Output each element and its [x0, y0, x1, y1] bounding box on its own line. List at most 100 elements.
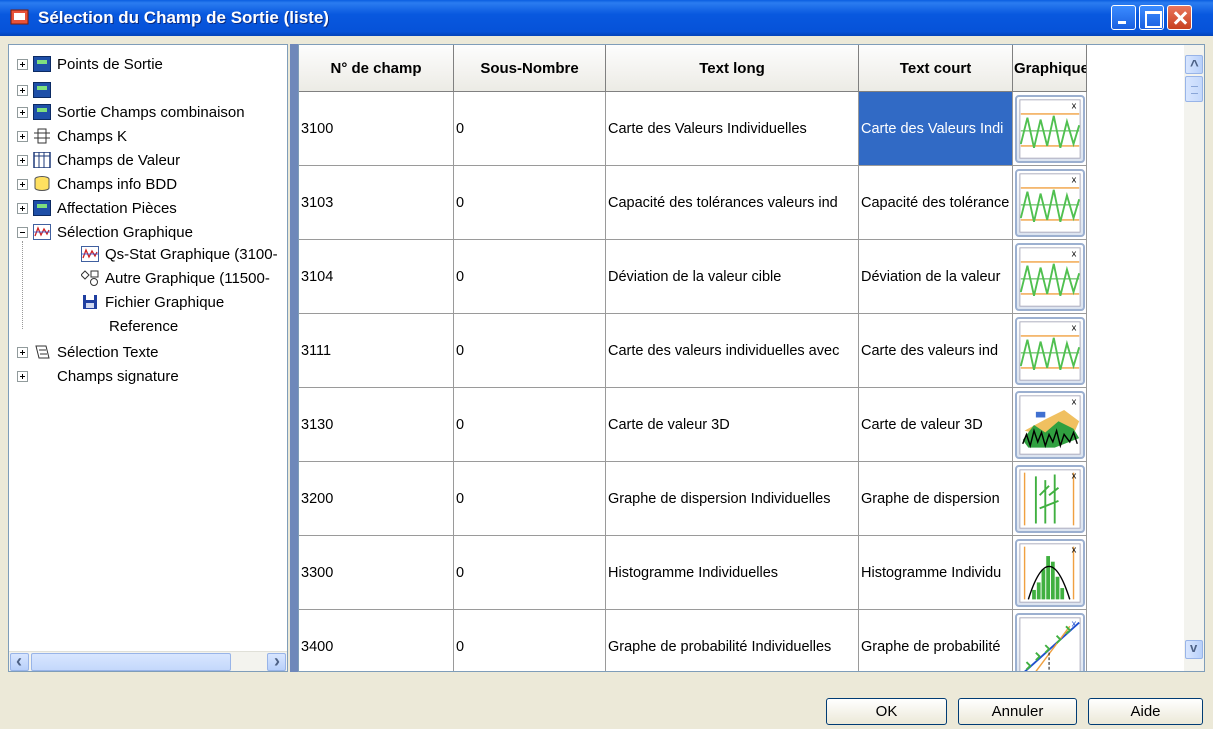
short-text-cell[interactable]: Graphe de probabilité — [859, 610, 1013, 671]
table-row[interactable]: 3130 0 Carte de valeur 3D Carte de valeur 3… — [299, 388, 1087, 462]
short-text-cell[interactable]: Capacité des tolérance — [859, 166, 1013, 240]
scroll-left-button[interactable] — [10, 651, 29, 671]
field-number-cell[interactable]: 3130 — [299, 388, 454, 462]
long-text-cell[interactable]: Capacité des tolérances valeurs ind — [606, 166, 859, 240]
short-text-cell[interactable]: Carte des Valeurs Indi — [859, 92, 1013, 166]
tree-item-points-de-sortie[interactable]: Points de Sortie — [17, 53, 163, 75]
table-row[interactable]: 3104 0 Déviation de la valeur cible Déviati… — [299, 240, 1087, 314]
long-text-cell[interactable]: Carte de valeur 3D — [606, 388, 859, 462]
tree-item-reference[interactable]: Reference — [109, 315, 178, 337]
table-row[interactable]: 3103 0 Capacité des tolérances valeurs ind… — [299, 166, 1087, 240]
graphic-cell[interactable]: x — [1013, 166, 1087, 240]
tree-item-champs-signature[interactable]: Champs signature — [17, 365, 179, 387]
grid-vertical-scrollbar[interactable] — [1184, 45, 1204, 671]
sub-number-cell[interactable]: 0 — [454, 92, 606, 166]
graphic-cell[interactable]: x — [1013, 388, 1087, 462]
expand-icon[interactable] — [17, 346, 28, 358]
field-number-cell[interactable]: 3104 — [299, 240, 454, 314]
field-number-cell[interactable]: 3300 — [299, 536, 454, 610]
tree-horizontal-scrollbar[interactable] — [9, 651, 287, 671]
sub-number-cell[interactable]: 0 — [454, 314, 606, 388]
tree-item-champs-k[interactable]: Champs K — [17, 125, 127, 147]
graphic-cell[interactable]: x — [1013, 462, 1087, 536]
sub-number-cell[interactable]: 0 — [454, 240, 606, 314]
long-text-cell[interactable]: Graphe de dispersion Individuelles — [606, 462, 859, 536]
table-row[interactable]: 3100 0 Carte des Valeurs Individuelles Cart… — [299, 92, 1087, 166]
scroll-thumb[interactable] — [31, 653, 231, 671]
expand-icon[interactable] — [17, 84, 28, 96]
long-text-cell[interactable]: Déviation de la valeur cible — [606, 240, 859, 314]
graphic-cell[interactable]: x — [1013, 536, 1087, 610]
sub-number-cell[interactable]: 0 — [454, 166, 606, 240]
svg-text:x: x — [1071, 617, 1076, 628]
tree-item-sortie-champs-combinaison[interactable]: Sortie Champs combinaison — [17, 101, 245, 123]
cancel-button[interactable]: Annuler — [958, 698, 1077, 725]
sub-number-cell[interactable]: 0 — [454, 536, 606, 610]
graphic-cell[interactable]: x — [1013, 92, 1087, 166]
long-text-cell[interactable]: Carte des valeurs individuelles avec — [606, 314, 859, 388]
tree-item-selection-texte[interactable]: Sélection Texte — [17, 341, 158, 363]
scroll-thumb[interactable] — [1185, 76, 1203, 102]
svg-text:x: x — [1071, 247, 1076, 258]
scroll-up-button[interactable] — [1185, 55, 1203, 74]
chart-icon — [81, 246, 99, 262]
expand-icon[interactable] — [17, 370, 28, 382]
tree-item-affectation-pieces[interactable]: Affectation Pièces — [17, 197, 177, 219]
panel-splitter[interactable] — [290, 44, 298, 672]
graphic-cell[interactable]: x — [1013, 314, 1087, 388]
field-number-cell[interactable]: 3111 — [299, 314, 454, 388]
ok-button[interactable]: OK — [826, 698, 947, 725]
short-text-cell[interactable]: Déviation de la valeur — [859, 240, 1013, 314]
table-row[interactable]: 3400 0 Graphe de probabilité Individuelles… — [299, 610, 1087, 671]
expand-icon[interactable] — [17, 154, 28, 166]
field-number-cell[interactable]: 3103 — [299, 166, 454, 240]
collapse-icon[interactable] — [17, 226, 28, 238]
tree-item-selection-graphique[interactable]: Sélection Graphique — [17, 221, 193, 243]
field-number-cell[interactable]: 3400 — [299, 610, 454, 671]
field-grid[interactable]: N° de champ Sous-Nombre Text long Text c… — [298, 44, 1205, 672]
column-header-short-text[interactable]: Text court — [859, 45, 1013, 92]
tree-item-qs-stat-graphique[interactable]: Qs-Stat Graphique (3100- — [81, 243, 278, 265]
expand-icon[interactable] — [17, 130, 28, 142]
scroll-down-button[interactable] — [1185, 640, 1203, 659]
long-text-cell[interactable]: Graphe de probabilité Individuelles — [606, 610, 859, 671]
help-button[interactable]: Aide — [1088, 698, 1203, 725]
table-row[interactable]: 3300 0 Histogramme Individuelles Histogramm… — [299, 536, 1087, 610]
graphic-cell[interactable]: x — [1013, 240, 1087, 314]
title-bar[interactable]: Sélection du Champ de Sortie (liste) — [0, 0, 1213, 36]
table-row[interactable]: 3200 0 Graphe de dispersion Individuelles G… — [299, 462, 1087, 536]
tree-item-fichier-graphique[interactable]: Fichier Graphique — [81, 291, 224, 313]
tree-item-unnamed[interactable] — [17, 79, 57, 101]
column-header-graphic[interactable]: Graphique — [1013, 45, 1087, 92]
short-text-cell[interactable]: Histogramme Individu — [859, 536, 1013, 610]
minimize-button[interactable] — [1111, 5, 1136, 30]
tree-item-champs-de-valeur[interactable]: Champs de Valeur — [17, 149, 180, 171]
scroll-right-button[interactable] — [267, 651, 286, 671]
graphic-cell[interactable]: x — [1013, 610, 1087, 671]
close-button[interactable] — [1167, 5, 1192, 30]
expand-icon[interactable] — [17, 106, 28, 118]
histogram-icon: x — [1014, 538, 1085, 607]
table-row[interactable]: 3111 0 Carte des valeurs individuelles ave… — [299, 314, 1087, 388]
expand-icon[interactable] — [17, 178, 28, 190]
sub-number-cell[interactable]: 0 — [454, 610, 606, 671]
short-text-cell[interactable]: Carte des valeurs ind — [859, 314, 1013, 388]
tree-panel[interactable]: Points de Sortie Sortie Champs combinais… — [8, 44, 288, 672]
column-header-sub-number[interactable]: Sous-Nombre — [454, 45, 606, 92]
column-header-field-number[interactable]: N° de champ — [299, 45, 454, 92]
short-text-cell[interactable]: Carte de valeur 3D — [859, 388, 1013, 462]
sub-number-cell[interactable]: 0 — [454, 388, 606, 462]
maximize-button[interactable] — [1139, 5, 1164, 30]
sub-number-cell[interactable]: 0 — [454, 462, 606, 536]
short-text-cell[interactable]: Graphe de dispersion — [859, 462, 1013, 536]
tree-item-autre-graphique[interactable]: Autre Graphique (11500- — [81, 267, 270, 289]
tree-item-label: Points de Sortie — [57, 55, 163, 73]
column-header-long-text[interactable]: Text long — [606, 45, 859, 92]
expand-icon[interactable] — [17, 58, 28, 70]
tree-item-champs-info-bdd[interactable]: Champs info BDD — [17, 173, 177, 195]
field-number-cell[interactable]: 3100 — [299, 92, 454, 166]
long-text-cell[interactable]: Carte des Valeurs Individuelles — [606, 92, 859, 166]
long-text-cell[interactable]: Histogramme Individuelles — [606, 536, 859, 610]
expand-icon[interactable] — [17, 202, 28, 214]
field-number-cell[interactable]: 3200 — [299, 462, 454, 536]
